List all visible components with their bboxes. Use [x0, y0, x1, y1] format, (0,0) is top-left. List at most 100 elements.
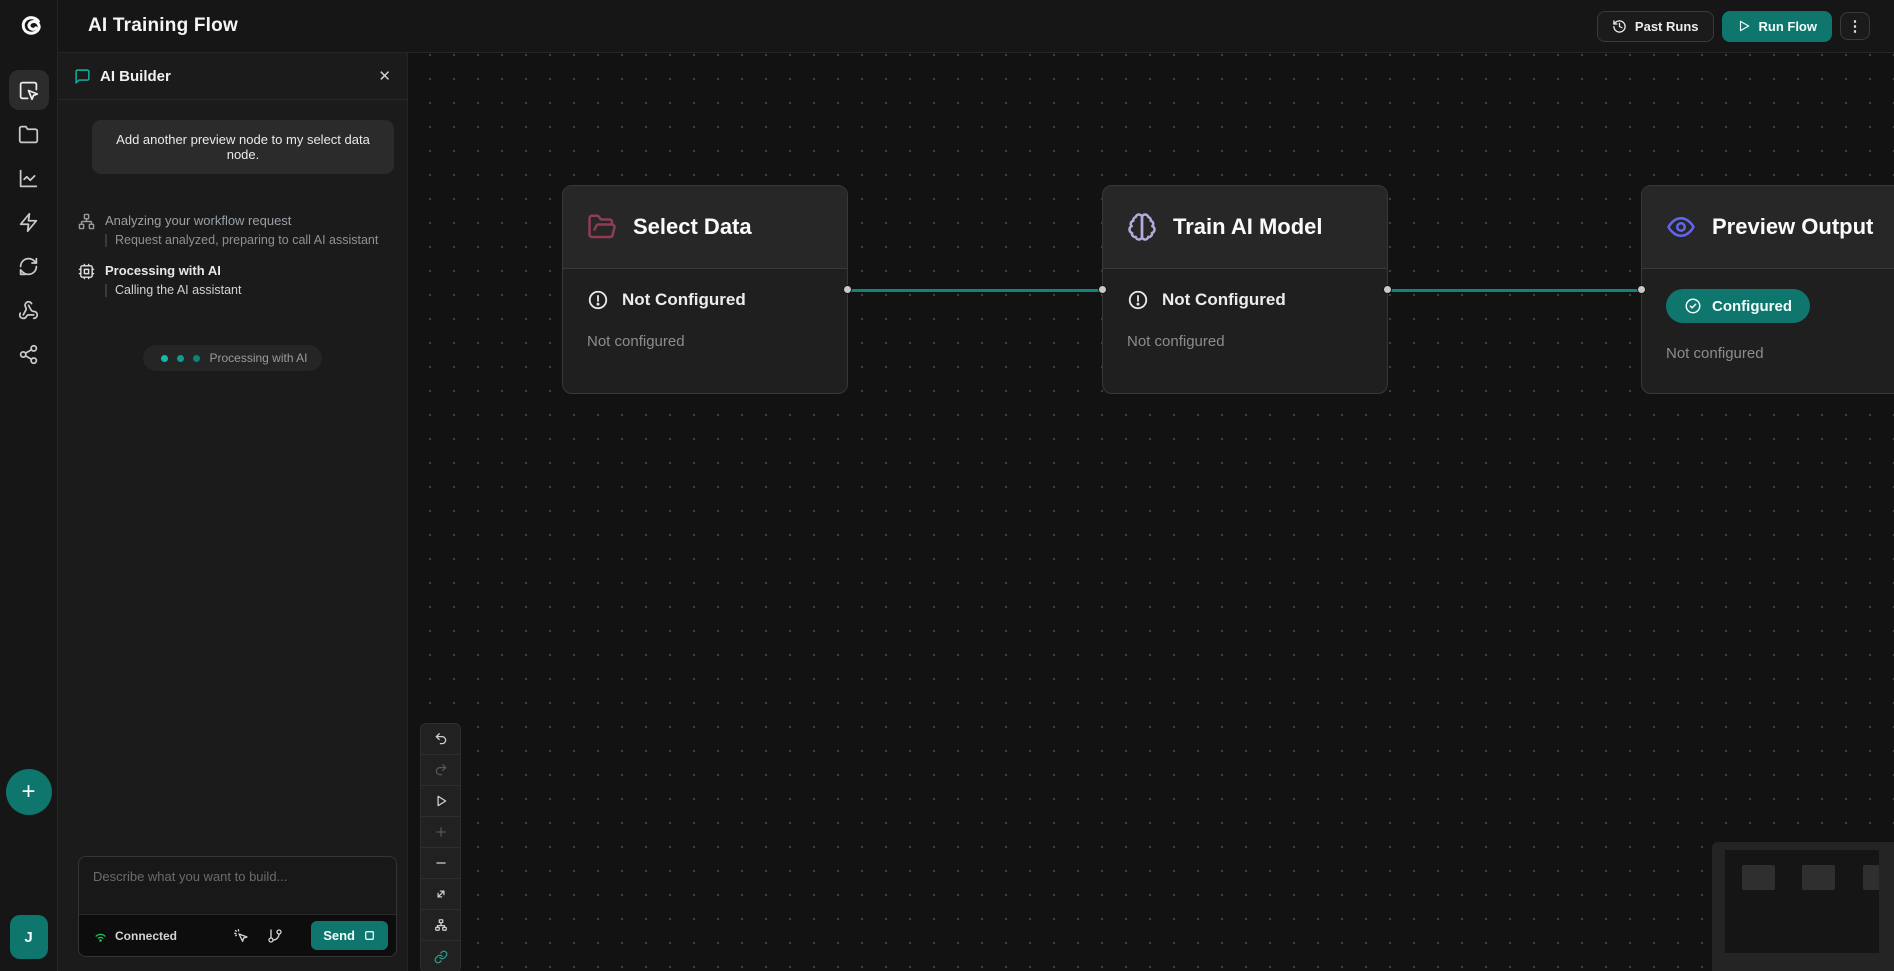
plus-icon: +	[21, 778, 35, 806]
minimap[interactable]	[1712, 842, 1894, 971]
rail-item-integrations[interactable]	[9, 290, 49, 330]
handle-trainmodel-out[interactable]	[1383, 285, 1392, 294]
line-chart-icon	[18, 168, 39, 189]
history-icon	[1612, 19, 1627, 34]
handle-previewoutput-in[interactable]	[1637, 285, 1646, 294]
connection-status: Connected	[93, 928, 177, 943]
send-button[interactable]: Send	[311, 921, 388, 950]
play-icon	[434, 794, 448, 808]
zoom-out-button[interactable]	[421, 848, 460, 879]
rail-item-analytics[interactable]	[9, 158, 49, 198]
undo-button[interactable]	[421, 724, 460, 755]
app-logo-icon	[12, 10, 46, 44]
processing-indicator: Processing with AI	[143, 345, 321, 371]
rail-item-files[interactable]	[9, 114, 49, 154]
left-rail: + J	[0, 0, 58, 971]
step-detail: Request analyzed, preparing to call AI a…	[115, 232, 378, 249]
node-subtext: Not configured	[1127, 333, 1363, 350]
node-header: Train AI Model	[1103, 186, 1387, 269]
step-detail: Calling the AI assistant	[115, 282, 241, 299]
node-body: Not Configured Not configured	[1103, 269, 1387, 370]
expand-icon	[434, 887, 448, 901]
node-preview-output[interactable]: Preview Output Configured Not configured	[1641, 185, 1894, 394]
ai-builder-header: AI Builder ✕	[58, 53, 407, 100]
node-select-data[interactable]: Select Data Not Configured Not configure…	[562, 185, 848, 394]
run-flow-label: Run Flow	[1759, 19, 1818, 34]
cpu-icon	[78, 263, 95, 280]
handle-trainmodel-in[interactable]	[1098, 285, 1107, 294]
loading-dot	[177, 355, 184, 362]
zoom-in-button[interactable]	[421, 817, 460, 848]
node-subtext: Not configured	[1666, 345, 1894, 362]
minimap-viewport	[1725, 850, 1879, 953]
handle-selectdata-out[interactable]	[843, 285, 852, 294]
flow-canvas[interactable]: Select Data Not Configured Not configure…	[408, 53, 1894, 971]
minus-icon	[434, 856, 448, 870]
connection-label: Connected	[115, 929, 177, 943]
node-status-label: Not Configured	[1162, 290, 1286, 310]
main-area: AI Training Flow Past Runs Run Flow ⋮	[58, 0, 1894, 971]
minimap-node	[1742, 865, 1775, 890]
ai-builder-panel: AI Builder ✕ Add another preview node to…	[58, 53, 408, 971]
page-title: AI Training Flow	[88, 15, 238, 37]
rail-item-sync[interactable]	[9, 246, 49, 286]
node-header: Preview Output	[1642, 186, 1894, 269]
fit-view-button[interactable]	[421, 879, 460, 910]
play-icon	[1737, 19, 1751, 33]
rail-item-select-tool[interactable]	[9, 70, 49, 110]
node-train-ai-model[interactable]: Train AI Model Not Configured Not config…	[1102, 185, 1388, 394]
close-panel-button[interactable]: ✕	[378, 69, 391, 84]
node-status: Not Configured	[587, 289, 823, 311]
send-label: Send	[323, 928, 355, 943]
run-button[interactable]	[421, 786, 460, 817]
loading-dot	[193, 355, 200, 362]
run-flow-button[interactable]: Run Flow	[1722, 11, 1833, 42]
step-connector	[105, 284, 107, 297]
git-branch-icon	[267, 928, 283, 944]
step-title: Analyzing your workflow request	[105, 212, 378, 230]
add-node-button[interactable]: +	[6, 769, 52, 815]
zap-icon	[18, 212, 39, 233]
node-subtext: Not configured	[587, 333, 823, 350]
close-icon: ✕	[378, 68, 391, 85]
user-message-bubble: Add another preview node to my select da…	[92, 120, 394, 174]
prompt-input[interactable]	[79, 857, 396, 909]
rail-item-share[interactable]	[9, 334, 49, 374]
rail-item-actions[interactable]	[9, 202, 49, 242]
node-body: Not Configured Not configured	[563, 269, 847, 370]
branch-button[interactable]	[261, 922, 289, 950]
topbar: AI Training Flow Past Runs Run Flow ⋮	[58, 0, 1894, 53]
configured-badge: Configured	[1666, 289, 1810, 323]
node-title: Train AI Model	[1173, 214, 1323, 240]
step-connector	[105, 234, 107, 247]
edge-trainmodel-previewoutput	[1388, 289, 1641, 292]
webhook-icon	[18, 300, 39, 321]
folder-open-icon	[587, 212, 617, 242]
refresh-icon	[18, 256, 39, 277]
redo-button[interactable]	[421, 755, 460, 786]
folder-icon	[18, 124, 39, 145]
node-header: Select Data	[563, 186, 847, 269]
more-options-button[interactable]: ⋮	[1840, 12, 1870, 40]
network-icon	[78, 213, 95, 230]
avatar-initial: J	[24, 929, 32, 946]
plus-icon	[434, 825, 448, 839]
past-runs-label: Past Runs	[1635, 19, 1699, 34]
square-mouse-pointer-icon	[18, 80, 39, 101]
kebab-icon: ⋮	[1848, 17, 1863, 35]
message-square-icon	[74, 68, 91, 85]
node-body: Configured Not configured	[1642, 269, 1894, 382]
pointer-click-button[interactable]	[227, 922, 255, 950]
user-avatar[interactable]: J	[10, 915, 48, 959]
auto-layout-button[interactable]	[421, 910, 460, 941]
link-button[interactable]	[421, 941, 460, 971]
node-status: Not Configured	[1127, 289, 1363, 311]
rail-nav	[9, 70, 49, 374]
undo-icon	[434, 732, 448, 746]
content-row: AI Builder ✕ Add another preview node to…	[58, 53, 1894, 971]
alert-circle-icon	[1127, 289, 1149, 311]
eye-icon	[1666, 212, 1696, 242]
brain-icon	[1127, 212, 1157, 242]
past-runs-button[interactable]: Past Runs	[1597, 11, 1714, 42]
node-title: Select Data	[633, 214, 752, 240]
